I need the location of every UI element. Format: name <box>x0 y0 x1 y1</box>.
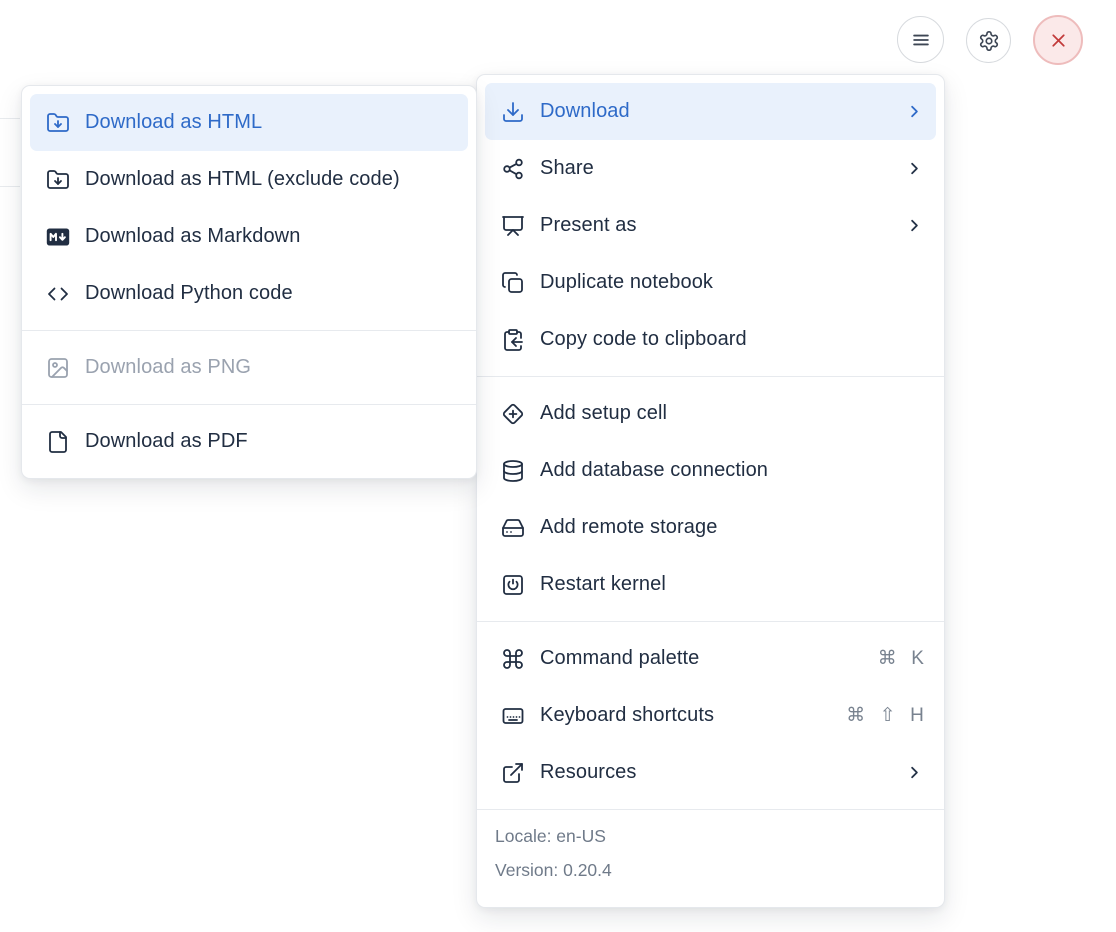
shortcut-hint: ⌘ K <box>878 647 924 670</box>
menu-item-label: Add setup cell <box>540 402 667 425</box>
menu-item-add-remote-storage[interactable]: Add remote storage <box>485 499 936 556</box>
menu-item-label: Restart kernel <box>540 573 666 596</box>
folder-down-icon <box>46 111 70 135</box>
notebook-actions-menu: Download Share Present as Duplicate note… <box>476 74 945 908</box>
chevron-right-icon <box>905 102 924 121</box>
external-link-icon <box>501 761 525 785</box>
download-icon <box>501 100 525 124</box>
background-hairline <box>0 186 20 187</box>
submenu-item-label: Download Python code <box>85 282 293 305</box>
menu-button[interactable] <box>897 16 944 63</box>
menu-item-keyboard-shortcuts[interactable]: Keyboard shortcuts ⌘ ⇧ H <box>485 687 936 744</box>
download-submenu: Download as HTML Download as HTML (exclu… <box>21 85 477 479</box>
menu-item-label: Duplicate notebook <box>540 271 713 294</box>
menu-item-restart-kernel[interactable]: Restart kernel <box>485 556 936 613</box>
settings-button[interactable] <box>966 18 1011 63</box>
menu-item-resources[interactable]: Resources <box>485 744 936 801</box>
gear-icon <box>978 30 1000 52</box>
menu-item-label: Resources <box>540 761 637 784</box>
hamburger-icon <box>910 29 932 51</box>
submenu-item-label: Download as PDF <box>85 430 248 453</box>
shortcut-hint: ⌘ ⇧ H <box>846 704 924 727</box>
menu-item-download[interactable]: Download <box>485 83 936 140</box>
submenu-item-label: Download as Markdown <box>85 225 300 248</box>
submenu-item-label: Download as HTML (exclude code) <box>85 168 400 191</box>
menu-separator <box>22 404 476 405</box>
menu-item-label: Add database connection <box>540 459 768 482</box>
submenu-item-download-as-png: Download as PNG <box>30 339 468 396</box>
menu-footer: Locale: en-US Version: 0.20.4 <box>477 809 944 899</box>
hard-drive-icon <box>501 516 525 540</box>
copy-icon <box>501 271 525 295</box>
close-button[interactable] <box>1033 15 1083 65</box>
keyboard-icon <box>501 704 525 728</box>
submenu-item-download-as-html[interactable]: Download as HTML <box>30 94 468 151</box>
locale-text: Locale: en-US <box>495 819 926 853</box>
submenu-item-download-as-pdf[interactable]: Download as PDF <box>30 413 468 470</box>
clipboard-copy-icon <box>501 328 525 352</box>
presentation-icon <box>501 214 525 238</box>
menu-item-duplicate-notebook[interactable]: Duplicate notebook <box>485 254 936 311</box>
menu-item-label: Add remote storage <box>540 516 717 539</box>
markdown-icon <box>46 225 70 249</box>
database-icon <box>501 459 525 483</box>
menu-item-share[interactable]: Share <box>485 140 936 197</box>
submenu-item-download-as-markdown[interactable]: Download as Markdown <box>30 208 468 265</box>
folder-down-icon <box>46 168 70 192</box>
menu-item-label: Keyboard shortcuts <box>540 704 714 727</box>
menu-separator <box>477 376 944 377</box>
power-icon <box>501 573 525 597</box>
background-hairline <box>0 118 20 119</box>
menu-item-copy-code[interactable]: Copy code to clipboard <box>485 311 936 368</box>
command-icon <box>501 647 525 671</box>
share-icon <box>501 157 525 181</box>
file-icon <box>46 430 70 454</box>
menu-item-command-palette[interactable]: Command palette ⌘ K <box>485 630 936 687</box>
image-icon <box>46 356 70 380</box>
menu-item-label: Download <box>540 100 630 123</box>
submenu-item-label: Download as PNG <box>85 356 251 379</box>
menu-item-label: Share <box>540 157 594 180</box>
menu-item-label: Copy code to clipboard <box>540 328 747 351</box>
submenu-item-download-as-html-exclude-code[interactable]: Download as HTML (exclude code) <box>30 151 468 208</box>
menu-item-add-setup-cell[interactable]: Add setup cell <box>485 385 936 442</box>
menu-item-label: Command palette <box>540 647 699 670</box>
version-text: Version: 0.20.4 <box>495 853 926 887</box>
menu-separator <box>477 621 944 622</box>
chevron-right-icon <box>905 159 924 178</box>
submenu-item-label: Download as HTML <box>85 111 262 134</box>
submenu-item-download-python-code[interactable]: Download Python code <box>30 265 468 322</box>
diamond-plus-icon <box>501 402 525 426</box>
menu-item-label: Present as <box>540 214 637 237</box>
chevron-right-icon <box>905 763 924 782</box>
menu-item-present-as[interactable]: Present as <box>485 197 936 254</box>
chevron-right-icon <box>905 216 924 235</box>
x-icon <box>1048 30 1069 51</box>
menu-item-add-database-connection[interactable]: Add database connection <box>485 442 936 499</box>
menu-separator <box>22 330 476 331</box>
code-icon <box>46 282 70 306</box>
